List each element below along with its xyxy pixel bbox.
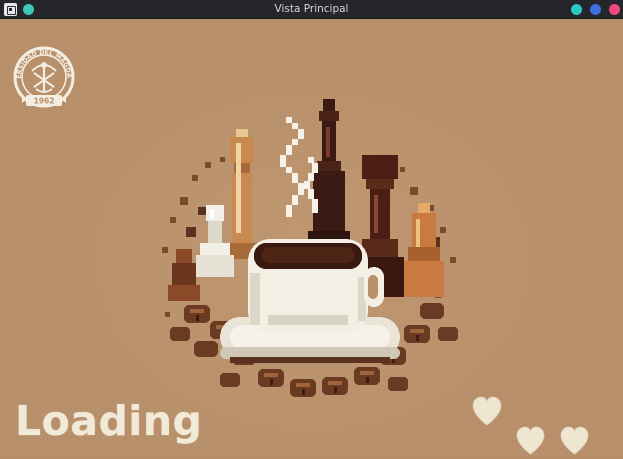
window-title: Vista Principal <box>274 3 349 15</box>
minimize-button[interactable] <box>571 4 582 15</box>
hearts-group <box>470 394 600 459</box>
university-seal-icon: UNIVERSIDAD DEL MAGDALENA 1962 <box>12 37 75 108</box>
main-content: UNIVERSIDAD DEL MAGDALENA 1962 <box>0 19 623 459</box>
heart-icon <box>514 424 547 457</box>
loading-label: Loading <box>15 397 203 445</box>
maximize-button[interactable] <box>590 4 601 15</box>
seal-year: 1962 <box>34 97 55 106</box>
heart-icon <box>470 394 504 428</box>
close-button[interactable] <box>609 4 620 15</box>
heart-icon <box>558 424 591 457</box>
coffee-cup-with-chess-pieces-illustration <box>162 99 458 397</box>
window-titlebar[interactable]: Vista Principal <box>0 0 623 19</box>
